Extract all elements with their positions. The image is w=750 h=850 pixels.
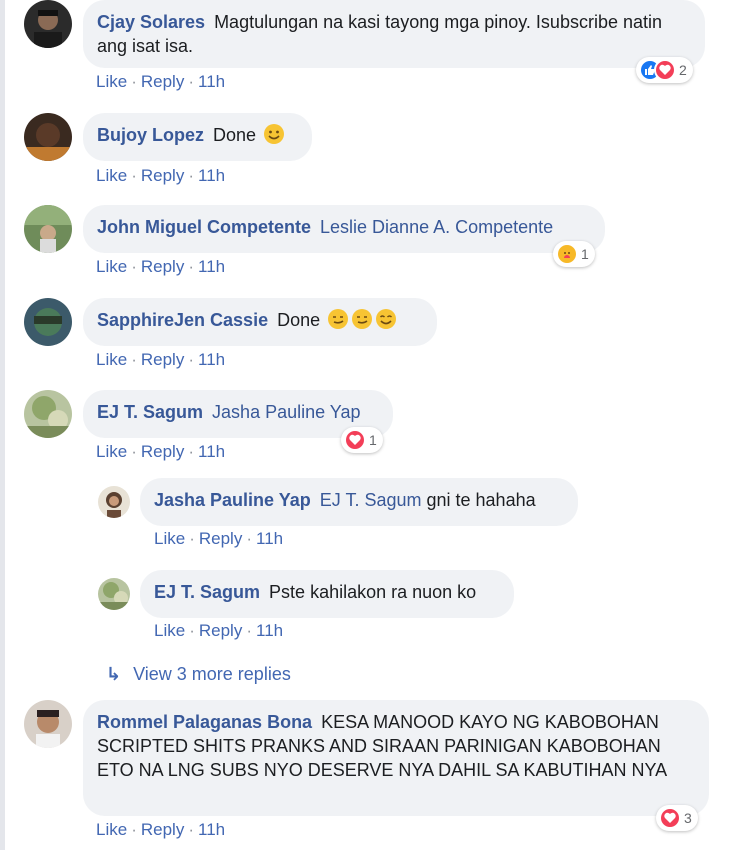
timestamp[interactable]: 11h [198, 350, 225, 369]
mention-link[interactable]: EJ T. Sagum [320, 490, 422, 510]
timestamp[interactable]: 11h [256, 621, 283, 640]
reactions-badge[interactable]: 1 [553, 241, 595, 267]
comment-bubble: Bujoy Lopez Done [83, 113, 312, 161]
comment-actions: Like · Reply · 11h [96, 820, 226, 839]
mention-link[interactable]: Leslie Dianne A. Competente [320, 217, 553, 237]
timestamp[interactable]: 11h [256, 529, 283, 548]
reply-actions: Like · Reply · 11h [154, 529, 284, 548]
view-more-replies-link[interactable]: ↳ View 3 more replies [106, 664, 291, 685]
author-name[interactable]: EJ T. Sagum [154, 582, 265, 602]
reply-button[interactable]: Reply [141, 442, 184, 461]
comment-actions: Like · Reply · 11h [96, 442, 226, 461]
reactions-badge[interactable]: 2 [636, 57, 693, 83]
reply-button[interactable]: Reply [141, 166, 184, 185]
comment-actions: Like · Reply · 11h [96, 166, 226, 185]
reply-text: Pste kahilakon ra nuon ko [269, 582, 477, 602]
comment-bubble: Cjay Solares Magtulungan na kasi tayong … [83, 0, 705, 68]
reply-actions: Like · Reply · 11h [154, 621, 284, 640]
avatar[interactable] [24, 298, 72, 346]
love-icon [654, 59, 676, 81]
comment-bubble: Rommel Palaganas Bona KESA MANOOD KAYO N… [83, 700, 709, 816]
like-button[interactable]: Like [96, 820, 127, 839]
reply-button[interactable]: Reply [141, 820, 184, 839]
author-name[interactable]: Rommel Palaganas Bona [97, 712, 317, 732]
avatar[interactable] [98, 486, 130, 518]
reply-text: gni te hahaha [426, 490, 536, 510]
love-icon [344, 429, 366, 451]
reply-button[interactable]: Reply [141, 350, 184, 369]
reply-button[interactable]: Reply [199, 529, 242, 548]
reactions-badge[interactable]: 1 [341, 427, 383, 453]
reply-bubble: Jasha Pauline Yap EJ T. Sagum gni te hah… [140, 478, 578, 526]
reply-button[interactable]: Reply [141, 72, 184, 91]
love-icon [659, 807, 681, 829]
care-icon [556, 243, 578, 265]
view-more-label: View 3 more replies [133, 664, 291, 684]
timestamp[interactable]: 11h [198, 442, 225, 461]
reply-arrow-icon: ↳ [106, 664, 122, 684]
avatar[interactable] [24, 205, 72, 253]
comment-bubble: SapphireJen Cassie Done [83, 298, 437, 346]
timestamp[interactable]: 11h [198, 257, 225, 276]
reactions-badge[interactable]: 3 [656, 805, 698, 831]
like-button[interactable]: Like [154, 621, 185, 640]
timestamp[interactable]: 11h [198, 820, 225, 839]
reaction-count: 1 [581, 246, 589, 262]
author-name[interactable]: Bujoy Lopez [97, 125, 209, 145]
smirk-emoji [328, 309, 349, 329]
author-name[interactable]: John Miguel Competente [97, 217, 316, 237]
reply-button[interactable]: Reply [199, 621, 242, 640]
like-button[interactable]: Like [96, 166, 127, 185]
left-border [0, 0, 5, 850]
author-name[interactable]: SapphireJen Cassie [97, 310, 273, 330]
smile-emoji [376, 309, 397, 329]
smirk-emoji [352, 309, 373, 329]
author-name[interactable]: Jasha Pauline Yap [154, 490, 316, 510]
comment-actions: Like · Reply · 11h [96, 72, 226, 91]
comment-bubble: John Miguel Competente Leslie Dianne A. … [83, 205, 605, 253]
like-button[interactable]: Like [154, 529, 185, 548]
like-button[interactable]: Like [96, 257, 127, 276]
avatar[interactable] [24, 113, 72, 161]
avatar[interactable] [24, 700, 72, 748]
timestamp[interactable]: 11h [198, 166, 225, 185]
reaction-count: 1 [369, 432, 377, 448]
author-name[interactable]: Cjay Solares [97, 12, 210, 32]
avatar[interactable] [24, 390, 72, 438]
reply-bubble: EJ T. Sagum Pste kahilakon ra nuon ko [140, 570, 514, 618]
mention-link[interactable]: Jasha Pauline Yap [212, 402, 360, 422]
author-name[interactable]: EJ T. Sagum [97, 402, 208, 422]
avatar[interactable] [24, 0, 72, 48]
like-button[interactable]: Like [96, 72, 127, 91]
like-button[interactable]: Like [96, 442, 127, 461]
reaction-count: 2 [679, 62, 687, 78]
like-button[interactable]: Like [96, 350, 127, 369]
timestamp[interactable]: 11h [198, 72, 225, 91]
reply-button[interactable]: Reply [141, 257, 184, 276]
avatar[interactable] [98, 578, 130, 610]
smile-emoji [264, 124, 285, 144]
comment-actions: Like · Reply · 11h [96, 350, 226, 369]
reaction-count: 3 [684, 810, 692, 826]
comment-text: Done [277, 310, 321, 330]
comment-actions: Like · Reply · 11h [96, 257, 226, 276]
comment-text: Done [213, 125, 257, 145]
